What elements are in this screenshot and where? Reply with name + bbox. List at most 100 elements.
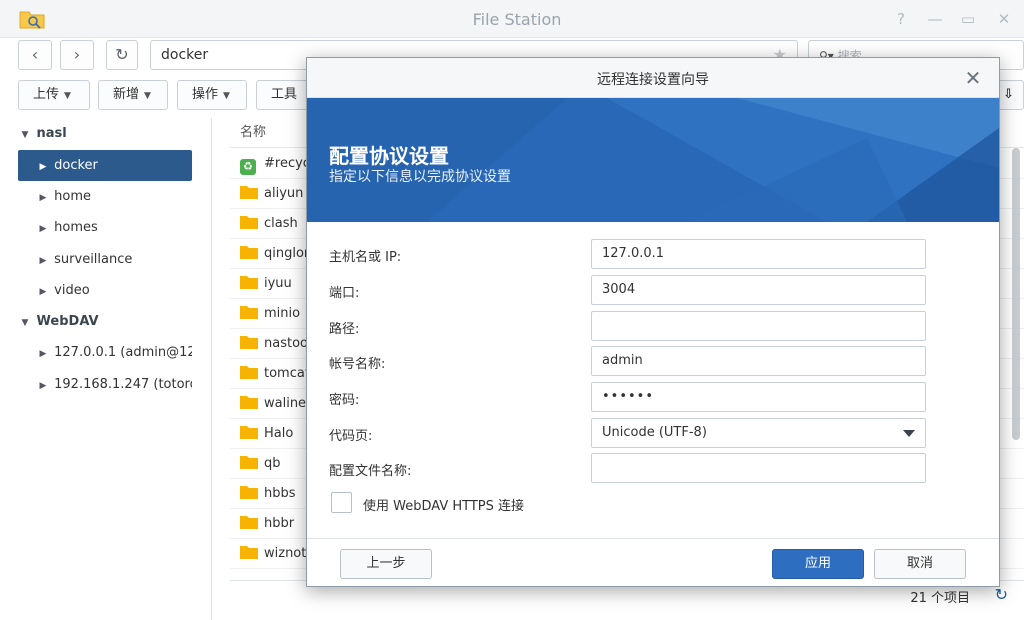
- remote-connection-wizard: 远程连接设置向导 ✕ 配置协议设置 指定以下信息以完成协议设置 主机名或 IP:…: [306, 57, 1000, 587]
- file-name: tomcat: [264, 366, 310, 381]
- port-input[interactable]: 3004: [591, 275, 926, 305]
- modal-close-icon[interactable]: ✕: [961, 66, 985, 90]
- folder-icon: [240, 426, 258, 439]
- create-label: 新增: [113, 87, 140, 102]
- chevron-down-icon: ▼: [144, 91, 151, 101]
- tree-node-label: home: [54, 189, 91, 204]
- password-label: 密码:: [329, 393, 360, 408]
- file-name: iyuu: [264, 276, 292, 291]
- https-checkbox[interactable]: [331, 492, 352, 513]
- folder-icon: [240, 516, 258, 529]
- create-button[interactable]: 新增 ▼: [98, 80, 168, 110]
- folder-icon: [240, 306, 258, 319]
- collapse-triangle-icon[interactable]: ▶: [36, 371, 50, 400]
- folder-icon: [240, 186, 258, 199]
- forward-button[interactable]: ›: [60, 40, 94, 70]
- account-input[interactable]: admin: [591, 346, 926, 376]
- path-label: 路径:: [329, 322, 360, 337]
- folder-icon: [240, 246, 258, 259]
- password-input[interactable]: ••••••: [591, 382, 926, 412]
- tree-node-label: homes: [54, 220, 98, 235]
- expand-triangle-icon[interactable]: ▼: [18, 308, 32, 337]
- tree-node-label: surveillance: [54, 252, 133, 267]
- file-name: qb: [264, 456, 281, 471]
- tools-label: 工具: [271, 87, 298, 102]
- window-title: File Station: [472, 10, 562, 29]
- tree-node-surveillance[interactable]: ▶ surveillance: [18, 244, 192, 275]
- tree-node-webdav-local[interactable]: ▶ 127.0.0.1 (admin@127.0.0.1:3004): [18, 337, 192, 368]
- title-bar: File Station ? — ▭ ✕: [0, 0, 1024, 38]
- banner-title: 配置协议设置: [329, 144, 449, 168]
- upload-button[interactable]: 上传 ▼: [18, 80, 90, 110]
- refresh-button[interactable]: ↻: [106, 40, 138, 70]
- collapse-triangle-icon[interactable]: ▶: [36, 277, 50, 306]
- collapse-triangle-icon[interactable]: ▶: [36, 152, 50, 181]
- modal-footer: 上一步 应用 取消: [307, 538, 999, 586]
- config-name-input[interactable]: [591, 453, 926, 483]
- close-icon[interactable]: ✕: [994, 9, 1014, 29]
- tree-node-nasl[interactable]: ▼ nasl: [18, 118, 192, 149]
- config-name-label: 配置文件名称:: [329, 464, 412, 479]
- modal-title-bar: 远程连接设置向导 ✕: [307, 58, 999, 98]
- path-field[interactable]: [591, 311, 926, 341]
- file-name: aliyun: [264, 186, 304, 201]
- column-header-label: 名称: [240, 125, 267, 140]
- chevron-down-icon: ▼: [223, 91, 230, 101]
- codepage-select[interactable]: Unicode (UTF-8): [591, 418, 926, 448]
- https-checkbox-label[interactable]: 使用 WebDAV HTTPS 连接: [363, 495, 524, 514]
- tree-node-video[interactable]: ▶ video: [18, 275, 192, 306]
- wizard-banner: 配置协议设置 指定以下信息以完成协议设置: [307, 98, 999, 222]
- folder-icon: [240, 276, 258, 289]
- account-label: 帐号名称:: [329, 357, 386, 372]
- expand-triangle-icon[interactable]: ▼: [18, 120, 32, 149]
- collapse-triangle-icon[interactable]: ▶: [36, 214, 50, 243]
- codepage-label: 代码页:: [329, 429, 373, 444]
- sort-icon[interactable]: ⇩: [996, 80, 1024, 110]
- tree-node-label: nasl: [36, 126, 67, 141]
- minimize-icon[interactable]: —: [925, 9, 945, 29]
- item-count: 21 个项目: [910, 591, 970, 606]
- action-menu-button[interactable]: 操作 ▼: [177, 80, 247, 110]
- chevron-down-icon: ▼: [64, 91, 71, 101]
- collapse-triangle-icon[interactable]: ▶: [36, 183, 50, 212]
- tree-node-label: 127.0.0.1 (admin@127.0.0.1:3004): [54, 345, 192, 360]
- folder-icon: [240, 366, 258, 379]
- prev-button[interactable]: 上一步: [340, 549, 432, 579]
- cancel-button[interactable]: 取消: [874, 549, 966, 579]
- tree-node-homes[interactable]: ▶ homes: [18, 212, 192, 243]
- file-name: hbbs: [264, 486, 296, 501]
- apply-button[interactable]: 应用: [772, 549, 864, 579]
- folder-icon: [240, 396, 258, 409]
- tree-node-home[interactable]: ▶ home: [18, 181, 192, 212]
- collapse-triangle-icon[interactable]: ▶: [36, 339, 50, 368]
- upload-label: 上传: [33, 87, 60, 102]
- file-list-scrollbar[interactable]: [1012, 148, 1020, 440]
- help-icon[interactable]: ?: [891, 9, 911, 29]
- folder-icon: [240, 336, 258, 349]
- file-name: Halo: [264, 426, 294, 441]
- file-name: waline: [264, 396, 307, 411]
- tree-node-docker[interactable]: ▶ docker: [18, 150, 192, 181]
- file-name: clash: [264, 216, 298, 231]
- host-input[interactable]: 127.0.0.1: [591, 239, 926, 269]
- tree-node-label: video: [54, 283, 90, 298]
- tree-node-label: docker: [54, 158, 98, 173]
- folder-icon: [240, 546, 258, 559]
- folder-icon: [240, 456, 258, 469]
- maximize-icon[interactable]: ▭: [958, 9, 978, 29]
- tools-button[interactable]: 工具: [256, 80, 312, 110]
- dropdown-arrow-icon: [903, 430, 915, 437]
- port-label: 端口:: [329, 286, 360, 301]
- file-name: minio: [264, 306, 301, 321]
- tree-node-webdav-remote[interactable]: ▶ 192.168.1.247 (totoro): [18, 369, 192, 400]
- recycle-bin-icon: ♻: [240, 159, 256, 175]
- refresh-icon[interactable]: ↻: [995, 585, 1008, 604]
- codepage-value: Unicode (UTF-8): [602, 425, 707, 440]
- collapse-triangle-icon[interactable]: ▶: [36, 246, 50, 275]
- tree-node-webdav[interactable]: ▼ WebDAV: [18, 306, 192, 337]
- action-label: 操作: [192, 87, 219, 102]
- tree-node-label: 192.168.1.247 (totoro): [54, 377, 192, 392]
- back-button[interactable]: ‹: [18, 40, 52, 70]
- path-value: docker: [161, 47, 209, 63]
- tree-node-label: WebDAV: [36, 314, 99, 329]
